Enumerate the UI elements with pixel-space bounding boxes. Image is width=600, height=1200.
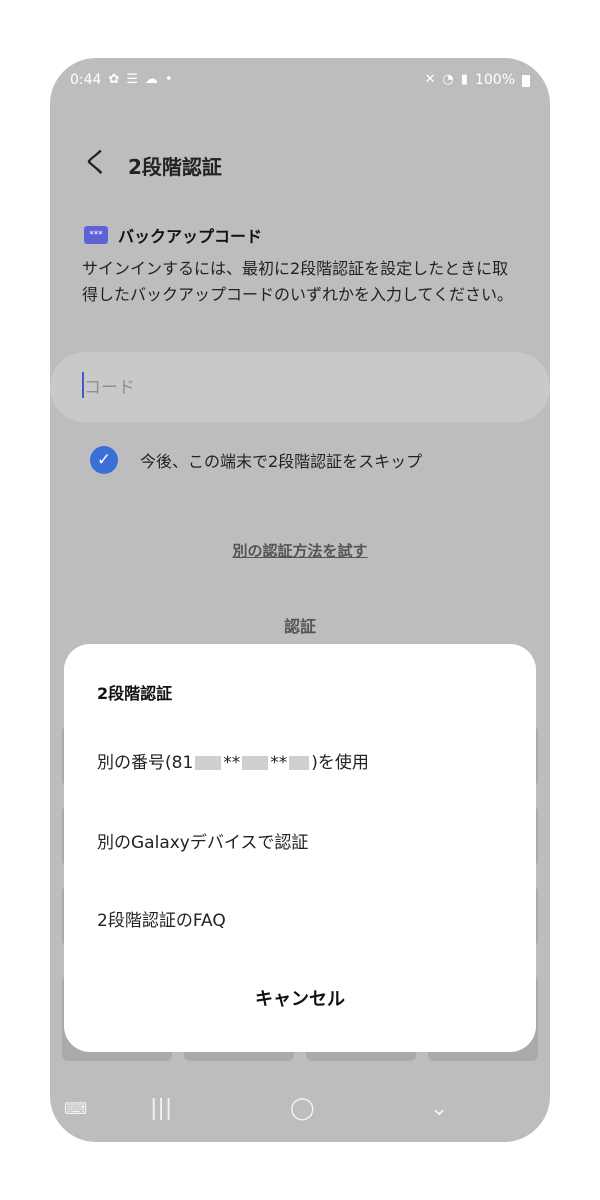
chat-icon: ☁	[145, 72, 159, 87]
code-input[interactable]	[82, 370, 516, 406]
skip-checkbox-row[interactable]: ✓ 今後、この端末で2段階認証をスキップ	[90, 446, 422, 474]
cancel-button[interactable]: キャンセル	[64, 985, 536, 1011]
status-time: 0:44	[70, 72, 102, 88]
masked-digits	[242, 756, 269, 770]
dot-icon: •	[165, 72, 173, 87]
sheet-item-faq[interactable]: 2段階認証のFAQ	[97, 906, 517, 931]
skip-checkbox-label: 今後、この端末で2段階認証をスキップ	[140, 452, 423, 471]
password-icon: ***	[84, 226, 108, 244]
masked-stars: **	[270, 753, 288, 773]
phone-screen: 0:44 ✿ ☰ ☁ • ✕ ◔ ▮ 100% く 2段階認証 *** バックア…	[50, 58, 550, 1142]
battery-icon	[522, 75, 530, 87]
status-bar: 0:44 ✿ ☰ ☁ • ✕ ◔ ▮ 100%	[50, 58, 550, 106]
other-number-suffix: )を使用	[311, 753, 369, 773]
sheet-item-other-number[interactable]: 別の番号(81 ** ** )を使用	[97, 748, 517, 773]
skip-checkbox[interactable]: ✓	[90, 446, 118, 474]
hide-keyboard-icon[interactable]: ⌄	[430, 1094, 448, 1124]
home-icon[interactable]: ◯	[290, 1094, 315, 1124]
alt-method-link[interactable]: 別の認証方法を試す	[50, 540, 550, 561]
masked-digits	[195, 756, 222, 770]
code-field[interactable]	[50, 352, 550, 422]
two-step-sheet: 2段階認証 別の番号(81 ** ** )を使用 別のGalaxyデバイスで認証 2段…	[64, 644, 536, 1052]
app-header: く 2段階認証	[50, 138, 550, 188]
settings-icon: ✿	[108, 72, 120, 87]
page-title: 2段階認証	[128, 155, 222, 179]
wifi-icon: ◔	[442, 72, 454, 87]
backup-description: サインインするには、最初に2段階認証を設定したときに取得したバックアップコードの…	[82, 259, 514, 304]
sheet-item-galaxy-device[interactable]: 別のGalaxyデバイスで認証	[97, 828, 517, 853]
sheet-title: 2段階認証	[97, 684, 173, 703]
other-number-prefix: 別の番号(81	[97, 753, 194, 773]
battery-level: 100%	[474, 72, 515, 88]
masked-digits	[289, 756, 310, 770]
verify-button[interactable]: 認証	[50, 613, 550, 637]
signal-icon: ▮	[460, 72, 468, 87]
mute-icon: ✕	[424, 72, 436, 87]
back-button[interactable]: く	[82, 148, 110, 178]
backup-section-title: *** バックアップコード	[84, 223, 262, 247]
keyboard-icon[interactable]: ⌨	[64, 1094, 87, 1124]
navigation-bar: ⌨ ||| ◯ ⌄	[50, 1084, 550, 1134]
backup-title: バックアップコード	[118, 227, 263, 246]
recent-apps-icon[interactable]: |||	[150, 1094, 172, 1124]
back-icon: く	[82, 146, 111, 179]
masked-stars: **	[223, 753, 241, 773]
notification-icon: ☰	[126, 72, 139, 87]
